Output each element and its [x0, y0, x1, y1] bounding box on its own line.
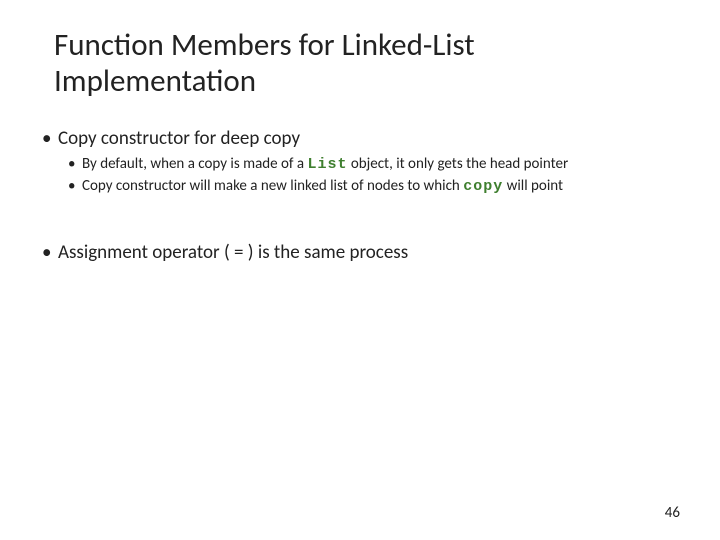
sub-text: will point: [503, 177, 563, 195]
sub-text: By default, when a copy is made of a: [82, 155, 307, 173]
bullet-list: Copy constructor for deep copy By defaul…: [40, 127, 680, 196]
sub-text: Copy constructor will make a new linked …: [82, 177, 463, 195]
bullet-text: Assignment operator ( = ) is the same pr…: [58, 241, 408, 264]
page-number: 46: [665, 504, 680, 522]
bullet-item: Copy constructor for deep copy By defaul…: [40, 127, 680, 196]
sub-bullet-list: By default, when a copy is made of a Lis…: [58, 155, 680, 197]
slide-title: Function Members for Linked-List Impleme…: [54, 28, 680, 99]
bullet-text: Copy constructor for deep copy: [58, 127, 300, 150]
code-token: List: [307, 156, 347, 173]
code-token: copy: [463, 178, 503, 195]
bullet-item: Assignment operator ( = ) is the same pr…: [40, 241, 680, 265]
sub-bullet-item: By default, when a copy is made of a Lis…: [68, 155, 680, 175]
sub-text: object, it only gets the head pointer: [347, 155, 568, 173]
bullet-list: Assignment operator ( = ) is the same pr…: [40, 241, 680, 265]
sub-bullet-item: Copy constructor will make a new linked …: [68, 177, 680, 197]
